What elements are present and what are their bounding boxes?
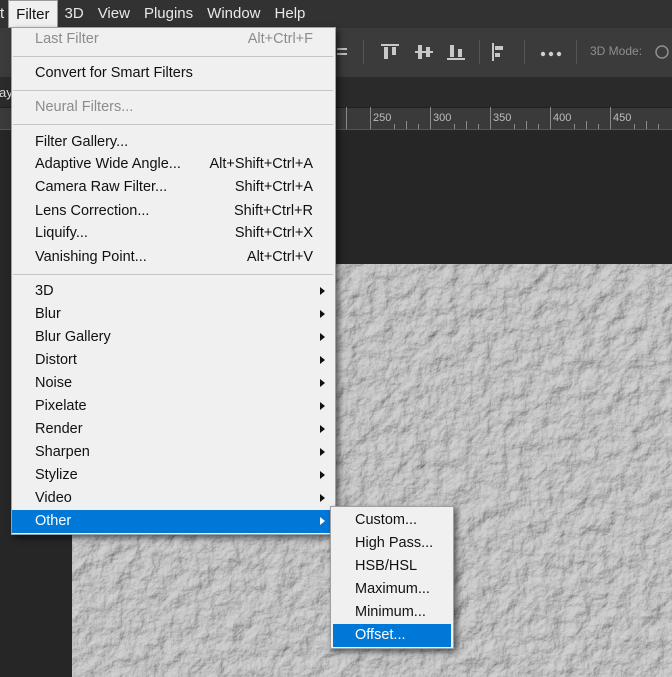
ruler-tick	[490, 107, 491, 129]
submenu-arrow-icon	[320, 402, 325, 410]
menu-3d[interactable]: 3D	[58, 0, 91, 28]
ruler-label: 450	[613, 112, 632, 124]
menu-item-video[interactable]: Video	[12, 487, 335, 510]
menu-window[interactable]: Window	[200, 0, 267, 28]
submenu-arrow-icon	[320, 333, 325, 341]
ruler-tick	[598, 124, 599, 129]
menu-separator	[13, 90, 333, 91]
3d-orbit-icon[interactable]	[652, 42, 672, 65]
ruler-tick	[370, 107, 371, 129]
menu-view[interactable]: View	[91, 0, 137, 28]
options-separator	[524, 40, 525, 64]
menu-item-convert-smart-filters[interactable]: Convert for Smart Filters	[12, 62, 335, 85]
align-top-edges-icon[interactable]	[380, 42, 400, 62]
menu-item-sharpen[interactable]: Sharpen	[12, 441, 335, 464]
ruler-tick	[478, 124, 479, 129]
menu-item-blur[interactable]: Blur	[12, 303, 335, 326]
filter-menu: Last Filter Alt+Ctrl+F Convert for Smart…	[11, 27, 336, 535]
submenu-item-minimum[interactable]: Minimum...	[333, 601, 451, 624]
ruler-tick	[466, 121, 467, 129]
ruler-tick	[586, 121, 587, 129]
menu-item-vanishing-point[interactable]: Vanishing Point... Alt+Ctrl+V	[12, 246, 335, 269]
menu-item-render[interactable]: Render	[12, 418, 335, 441]
ruler-tick	[514, 124, 515, 129]
menu-item-liquify[interactable]: Liquify... Shift+Ctrl+X	[12, 222, 335, 245]
ruler-tick	[538, 124, 539, 129]
ellipsis-icon[interactable]	[540, 45, 562, 61]
align-bottom-edges-icon[interactable]	[446, 42, 466, 62]
ruler-tick	[430, 107, 431, 129]
menu-item-noise[interactable]: Noise	[12, 372, 335, 395]
menu-separator	[13, 124, 333, 125]
menu-plugins[interactable]: Plugins	[137, 0, 200, 28]
menu-item-last-filter: Last Filter Alt+Ctrl+F	[35, 31, 313, 47]
ruler-tick	[454, 124, 455, 129]
submenu-arrow-icon	[320, 494, 325, 502]
submenu-arrow-icon	[320, 425, 325, 433]
ruler-tick	[406, 121, 407, 129]
ruler-tick	[394, 124, 395, 129]
ruler-tick	[646, 121, 647, 129]
ruler-tick	[550, 107, 551, 129]
ruler-tick	[418, 124, 419, 129]
ruler-tick	[610, 107, 611, 129]
ruler-label: 300	[433, 112, 452, 124]
ruler-label: 400	[553, 112, 572, 124]
submenu-arrow-icon	[320, 356, 325, 364]
ruler-tick	[346, 107, 347, 129]
align-partial-icon[interactable]	[337, 42, 357, 62]
submenu-arrow-icon	[320, 310, 325, 318]
submenu-arrow-icon	[320, 287, 325, 295]
menu-separator	[13, 56, 333, 57]
options-separator	[576, 40, 577, 64]
options-separator	[363, 40, 364, 64]
menu-item-3d[interactable]: 3D	[12, 280, 335, 303]
menu-filter[interactable]: Filter	[8, 0, 58, 28]
menu-item-distort[interactable]: Distort	[12, 349, 335, 372]
menu-item-lens-correction[interactable]: Lens Correction... Shift+Ctrl+R	[12, 200, 335, 223]
other-submenu: Custom... High Pass... HSB/HSL Maximum..…	[330, 506, 454, 649]
menu-item-neural-filters: Neural Filters...	[35, 99, 134, 115]
submenu-item-maximum[interactable]: Maximum...	[333, 578, 451, 601]
3d-mode-label: 3D Mode:	[590, 44, 643, 58]
align-vertical-centers-icon[interactable]	[414, 42, 434, 62]
menu-item-filter-gallery[interactable]: Filter Gallery...	[12, 131, 335, 154]
align-left-edges-icon[interactable]	[490, 42, 510, 62]
submenu-arrow-icon	[320, 517, 325, 525]
ruler-label: 350	[493, 112, 512, 124]
options-separator	[479, 40, 480, 64]
menu-item-pixelate[interactable]: Pixelate	[12, 395, 335, 418]
menu-item-other[interactable]: Other	[12, 510, 335, 533]
submenu-item-offset[interactable]: Offset...	[333, 624, 451, 647]
menu-separator	[13, 274, 333, 275]
submenu-item-custom[interactable]: Custom...	[333, 509, 451, 532]
submenu-arrow-icon	[320, 448, 325, 456]
menu-bar: t Filter 3D View Plugins Window Help	[0, 0, 672, 28]
menu-help[interactable]: Help	[268, 0, 313, 28]
ruler-tick	[574, 124, 575, 129]
menu-item-camera-raw-filter[interactable]: Camera Raw Filter... Shift+Ctrl+A	[12, 176, 335, 199]
submenu-arrow-icon	[320, 379, 325, 387]
menu-item-adaptive-wide-angle[interactable]: Adaptive Wide Angle... Alt+Shift+Ctrl+A	[12, 153, 335, 176]
menu-edit-partial[interactable]: t	[0, 0, 8, 28]
submenu-arrow-icon	[320, 471, 325, 479]
ruler-label: 250	[373, 112, 392, 124]
submenu-item-high-pass[interactable]: High Pass...	[333, 532, 451, 555]
submenu-item-hsb-hsl[interactable]: HSB/HSL	[333, 555, 451, 578]
ruler-tick	[526, 121, 527, 129]
ruler-tick	[634, 124, 635, 129]
menu-item-blur-gallery[interactable]: Blur Gallery	[12, 326, 335, 349]
menu-item-stylize[interactable]: Stylize	[12, 464, 335, 487]
ruler-tick	[658, 124, 659, 129]
